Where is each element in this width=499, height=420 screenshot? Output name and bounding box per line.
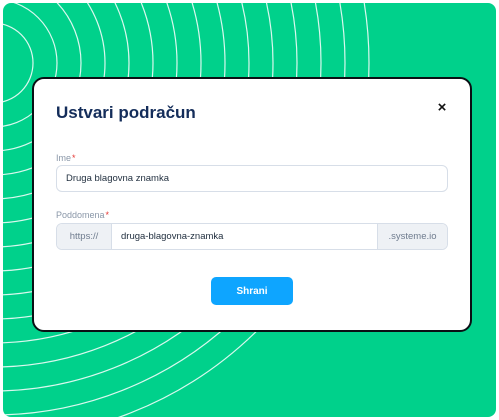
subdomain-input-group: https:// druga-blagovna-znamka .systeme.… bbox=[56, 223, 448, 250]
background-panel: Ustvari podračun × Ime* Druga blagovna z… bbox=[3, 3, 496, 417]
save-button[interactable]: Shrani bbox=[211, 277, 293, 305]
name-label-text: Ime bbox=[56, 153, 72, 163]
required-marker: * bbox=[105, 210, 110, 220]
modal-title: Ustvari podračun bbox=[56, 103, 196, 122]
subdomain-field-label: Poddomena* bbox=[56, 210, 109, 220]
subdomain-input[interactable]: druga-blagovna-znamka bbox=[112, 224, 377, 249]
subdomain-label-text: Poddomena bbox=[56, 210, 105, 220]
domain-suffix: .systeme.io bbox=[377, 224, 447, 249]
name-field-label: Ime* bbox=[56, 153, 76, 163]
protocol-prefix: https:// bbox=[57, 224, 112, 249]
required-marker: * bbox=[72, 153, 76, 163]
close-icon[interactable]: × bbox=[432, 97, 452, 117]
create-subaccount-modal: Ustvari podračun × Ime* Druga blagovna z… bbox=[32, 77, 472, 332]
name-input[interactable]: Druga blagovna znamka bbox=[56, 165, 448, 192]
